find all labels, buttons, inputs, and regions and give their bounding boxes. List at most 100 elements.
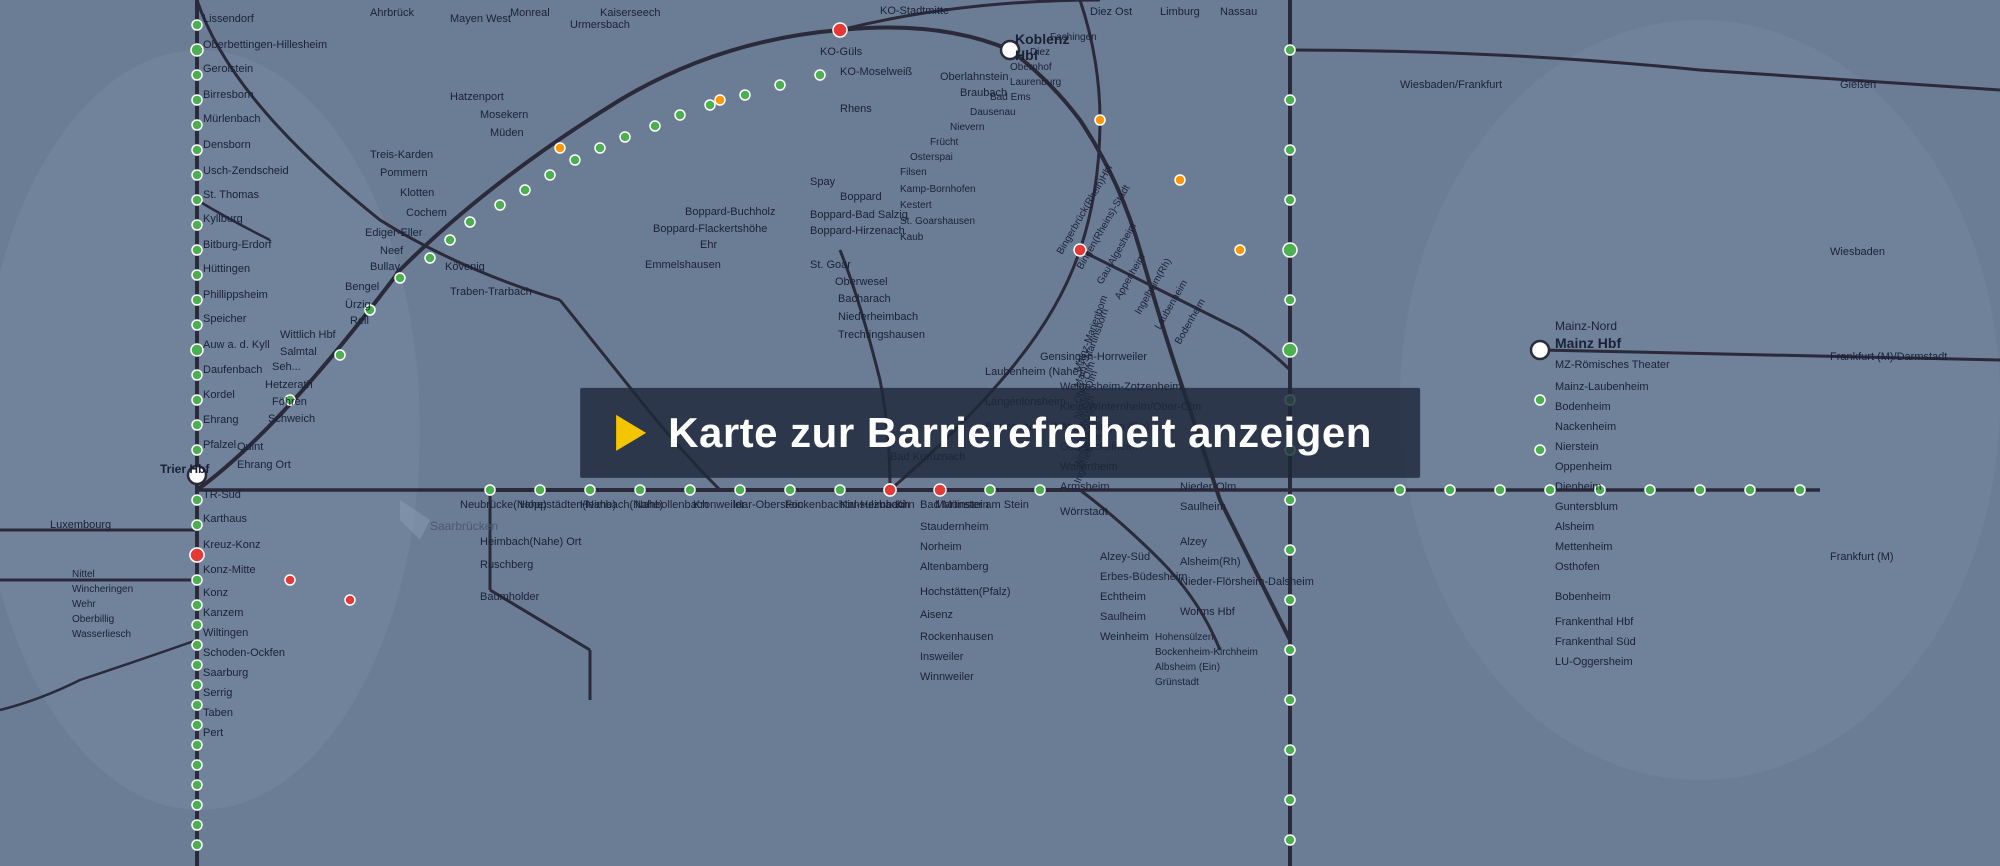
- svg-text:Frücht: Frücht: [930, 137, 959, 148]
- svg-text:Rhens: Rhens: [840, 103, 872, 115]
- svg-text:KO-Güls: KO-Güls: [820, 46, 863, 58]
- svg-text:Weinheim: Weinheim: [1100, 631, 1149, 643]
- svg-text:Ahrbrück: Ahrbrück: [370, 7, 415, 19]
- svg-text:Diez: Diez: [1030, 47, 1050, 58]
- svg-text:Traben-Trarbach: Traben-Trarbach: [450, 286, 532, 298]
- svg-text:Boppard-Bad Salzig: Boppard-Bad Salzig: [810, 209, 908, 221]
- svg-text:Hetzerath: Hetzerath: [265, 379, 313, 391]
- svg-text:Oberbettingen-Hillesheim: Oberbettingen-Hillesheim: [203, 39, 327, 51]
- svg-text:Mainz-Nord: Mainz-Nord: [1555, 319, 1617, 333]
- map-container: Lissendorf Oberbettingen-Hillesheim Gero…: [0, 0, 2000, 866]
- svg-text:Müden: Müden: [490, 127, 524, 139]
- svg-text:Osthofen: Osthofen: [1555, 561, 1600, 573]
- svg-text:Cochem: Cochem: [406, 207, 447, 219]
- svg-text:Osterspai: Osterspai: [910, 152, 953, 163]
- svg-text:Nievern: Nievern: [950, 122, 984, 133]
- svg-text:Oberbillig: Oberbillig: [72, 614, 114, 625]
- svg-text:Baumholder: Baumholder: [480, 591, 540, 603]
- svg-text:Kyllburg: Kyllburg: [203, 213, 243, 225]
- svg-text:Oppenheim: Oppenheim: [1555, 461, 1612, 473]
- svg-text:Neef: Neef: [380, 245, 404, 257]
- svg-text:Wiesbaden: Wiesbaden: [1830, 246, 1885, 258]
- svg-text:Speicher: Speicher: [203, 313, 247, 325]
- svg-text:Trier Hbf: Trier Hbf: [160, 462, 210, 476]
- svg-text:Pfalzel: Pfalzel: [203, 439, 236, 451]
- svg-text:Spay: Spay: [810, 176, 836, 188]
- svg-text:Klotten: Klotten: [400, 187, 434, 199]
- svg-text:Trechtingshausen: Trechtingshausen: [838, 329, 925, 341]
- svg-text:Staudernheim: Staudernheim: [920, 521, 989, 533]
- svg-text:Grünstadt: Grünstadt: [1155, 677, 1199, 688]
- svg-text:Wehr: Wehr: [72, 599, 96, 610]
- svg-text:Seh...: Seh...: [272, 361, 301, 373]
- svg-text:Bengel: Bengel: [345, 281, 379, 293]
- svg-text:Phillippsheim: Phillippsheim: [203, 289, 268, 301]
- svg-text:Aisenz: Aisenz: [920, 609, 953, 621]
- svg-text:Alzey-Süd: Alzey-Süd: [1100, 551, 1150, 563]
- svg-text:Bodenheim: Bodenheim: [1555, 401, 1611, 413]
- svg-text:Rockenhausen: Rockenhausen: [920, 631, 993, 643]
- svg-text:Bitburg-Erdorf: Bitburg-Erdorf: [203, 239, 272, 251]
- svg-text:Salmtal: Salmtal: [280, 346, 317, 358]
- svg-text:Schweich: Schweich: [268, 413, 315, 425]
- svg-text:Kamp-Bornhofen: Kamp-Bornhofen: [900, 184, 976, 195]
- svg-text:Mettenheim: Mettenheim: [1555, 541, 1612, 553]
- svg-text:Ehrang: Ehrang: [203, 414, 238, 426]
- svg-text:Mainz-Laubenheim: Mainz-Laubenheim: [1555, 381, 1649, 393]
- svg-text:KO-Moselweiß: KO-Moselweiß: [840, 66, 912, 78]
- svg-text:Nierstein: Nierstein: [1555, 441, 1598, 453]
- svg-text:Dausenau: Dausenau: [970, 107, 1016, 118]
- svg-text:Ruschberg: Ruschberg: [480, 559, 533, 571]
- svg-text:Albsheim (Ein): Albsheim (Ein): [1155, 662, 1220, 673]
- svg-text:Limburg: Limburg: [1160, 6, 1200, 18]
- svg-text:Konz-Mitte: Konz-Mitte: [203, 564, 256, 576]
- svg-text:Dienheim: Dienheim: [1555, 481, 1601, 493]
- svg-text:Pommern: Pommern: [380, 167, 428, 179]
- svg-text:Heimbach(Nahe) Ort: Heimbach(Nahe) Ort: [480, 536, 581, 548]
- svg-text:Konz: Konz: [203, 587, 228, 599]
- svg-text:Monreal: Monreal: [510, 7, 550, 19]
- svg-text:Saulheim: Saulheim: [1180, 501, 1226, 513]
- svg-text:Frankenthal Hbf: Frankenthal Hbf: [1555, 616, 1634, 628]
- svg-text:Nittel: Nittel: [72, 569, 95, 580]
- svg-text:St. Goar: St. Goar: [810, 259, 851, 271]
- svg-text:Boppard: Boppard: [840, 191, 882, 203]
- svg-text:Alsheim(Rh): Alsheim(Rh): [1180, 556, 1241, 568]
- svg-text:Gießen: Gießen: [1840, 79, 1876, 91]
- svg-text:Bockenheim-Kirchheim: Bockenheim-Kirchheim: [1155, 647, 1258, 658]
- play-arrow-icon: [616, 415, 646, 451]
- svg-text:Wittlich Hbf: Wittlich Hbf: [280, 329, 337, 341]
- svg-text:Wasserliesch: Wasserliesch: [72, 629, 131, 640]
- svg-text:Frankfurt (M)/Darmstadt: Frankfurt (M)/Darmstadt: [1830, 351, 1947, 363]
- svg-text:Saarburg: Saarburg: [203, 667, 248, 679]
- svg-text:KO-Stadtmitte: KO-Stadtmitte: [880, 5, 949, 17]
- svg-text:Fachingen: Fachingen: [1050, 32, 1097, 43]
- svg-text:Guntersblum: Guntersblum: [1555, 501, 1618, 513]
- svg-text:Birresborn: Birresborn: [203, 89, 254, 101]
- svg-text:TR-Süd: TR-Süd: [203, 489, 241, 501]
- accessibility-map-banner[interactable]: Karte zur Barrierefreiheit anzeigen: [580, 388, 1420, 478]
- svg-text:Frankenthal Süd: Frankenthal Süd: [1555, 636, 1636, 648]
- svg-text:Ehrang Ort: Ehrang Ort: [237, 459, 291, 471]
- svg-text:Insweiler: Insweiler: [920, 651, 964, 663]
- svg-text:Kaiserseech: Kaiserseech: [600, 7, 661, 19]
- svg-text:Gerolstein: Gerolstein: [203, 63, 253, 75]
- svg-text:Serrig: Serrig: [203, 687, 232, 699]
- svg-text:Armsheim: Armsheim: [1060, 481, 1110, 493]
- svg-text:Boppard-Hirzenach: Boppard-Hirzenach: [810, 225, 905, 237]
- svg-text:Wörrstadt: Wörrstadt: [1060, 506, 1108, 518]
- svg-text:Wiltingen: Wiltingen: [203, 627, 248, 639]
- svg-text:Saulheim: Saulheim: [1100, 611, 1146, 623]
- svg-text:Bad Ems: Bad Ems: [990, 92, 1031, 103]
- svg-text:Kirnsulzbach: Kirnsulzbach: [840, 499, 903, 511]
- svg-text:Daufenbach: Daufenbach: [203, 364, 262, 376]
- svg-text:Densborn: Densborn: [203, 139, 251, 151]
- svg-text:Wincheringen: Wincheringen: [72, 584, 133, 595]
- svg-text:Karthaus: Karthaus: [203, 513, 248, 525]
- svg-text:Kövenig: Kövenig: [445, 261, 485, 273]
- svg-text:Ürzig: Ürzig: [345, 299, 371, 311]
- svg-text:Bullay: Bullay: [370, 261, 400, 273]
- svg-text:Urmersbach: Urmersbach: [570, 19, 630, 31]
- svg-text:Saarbrücken: Saarbrücken: [430, 519, 498, 533]
- svg-text:Oberlahnstein: Oberlahnstein: [940, 71, 1009, 83]
